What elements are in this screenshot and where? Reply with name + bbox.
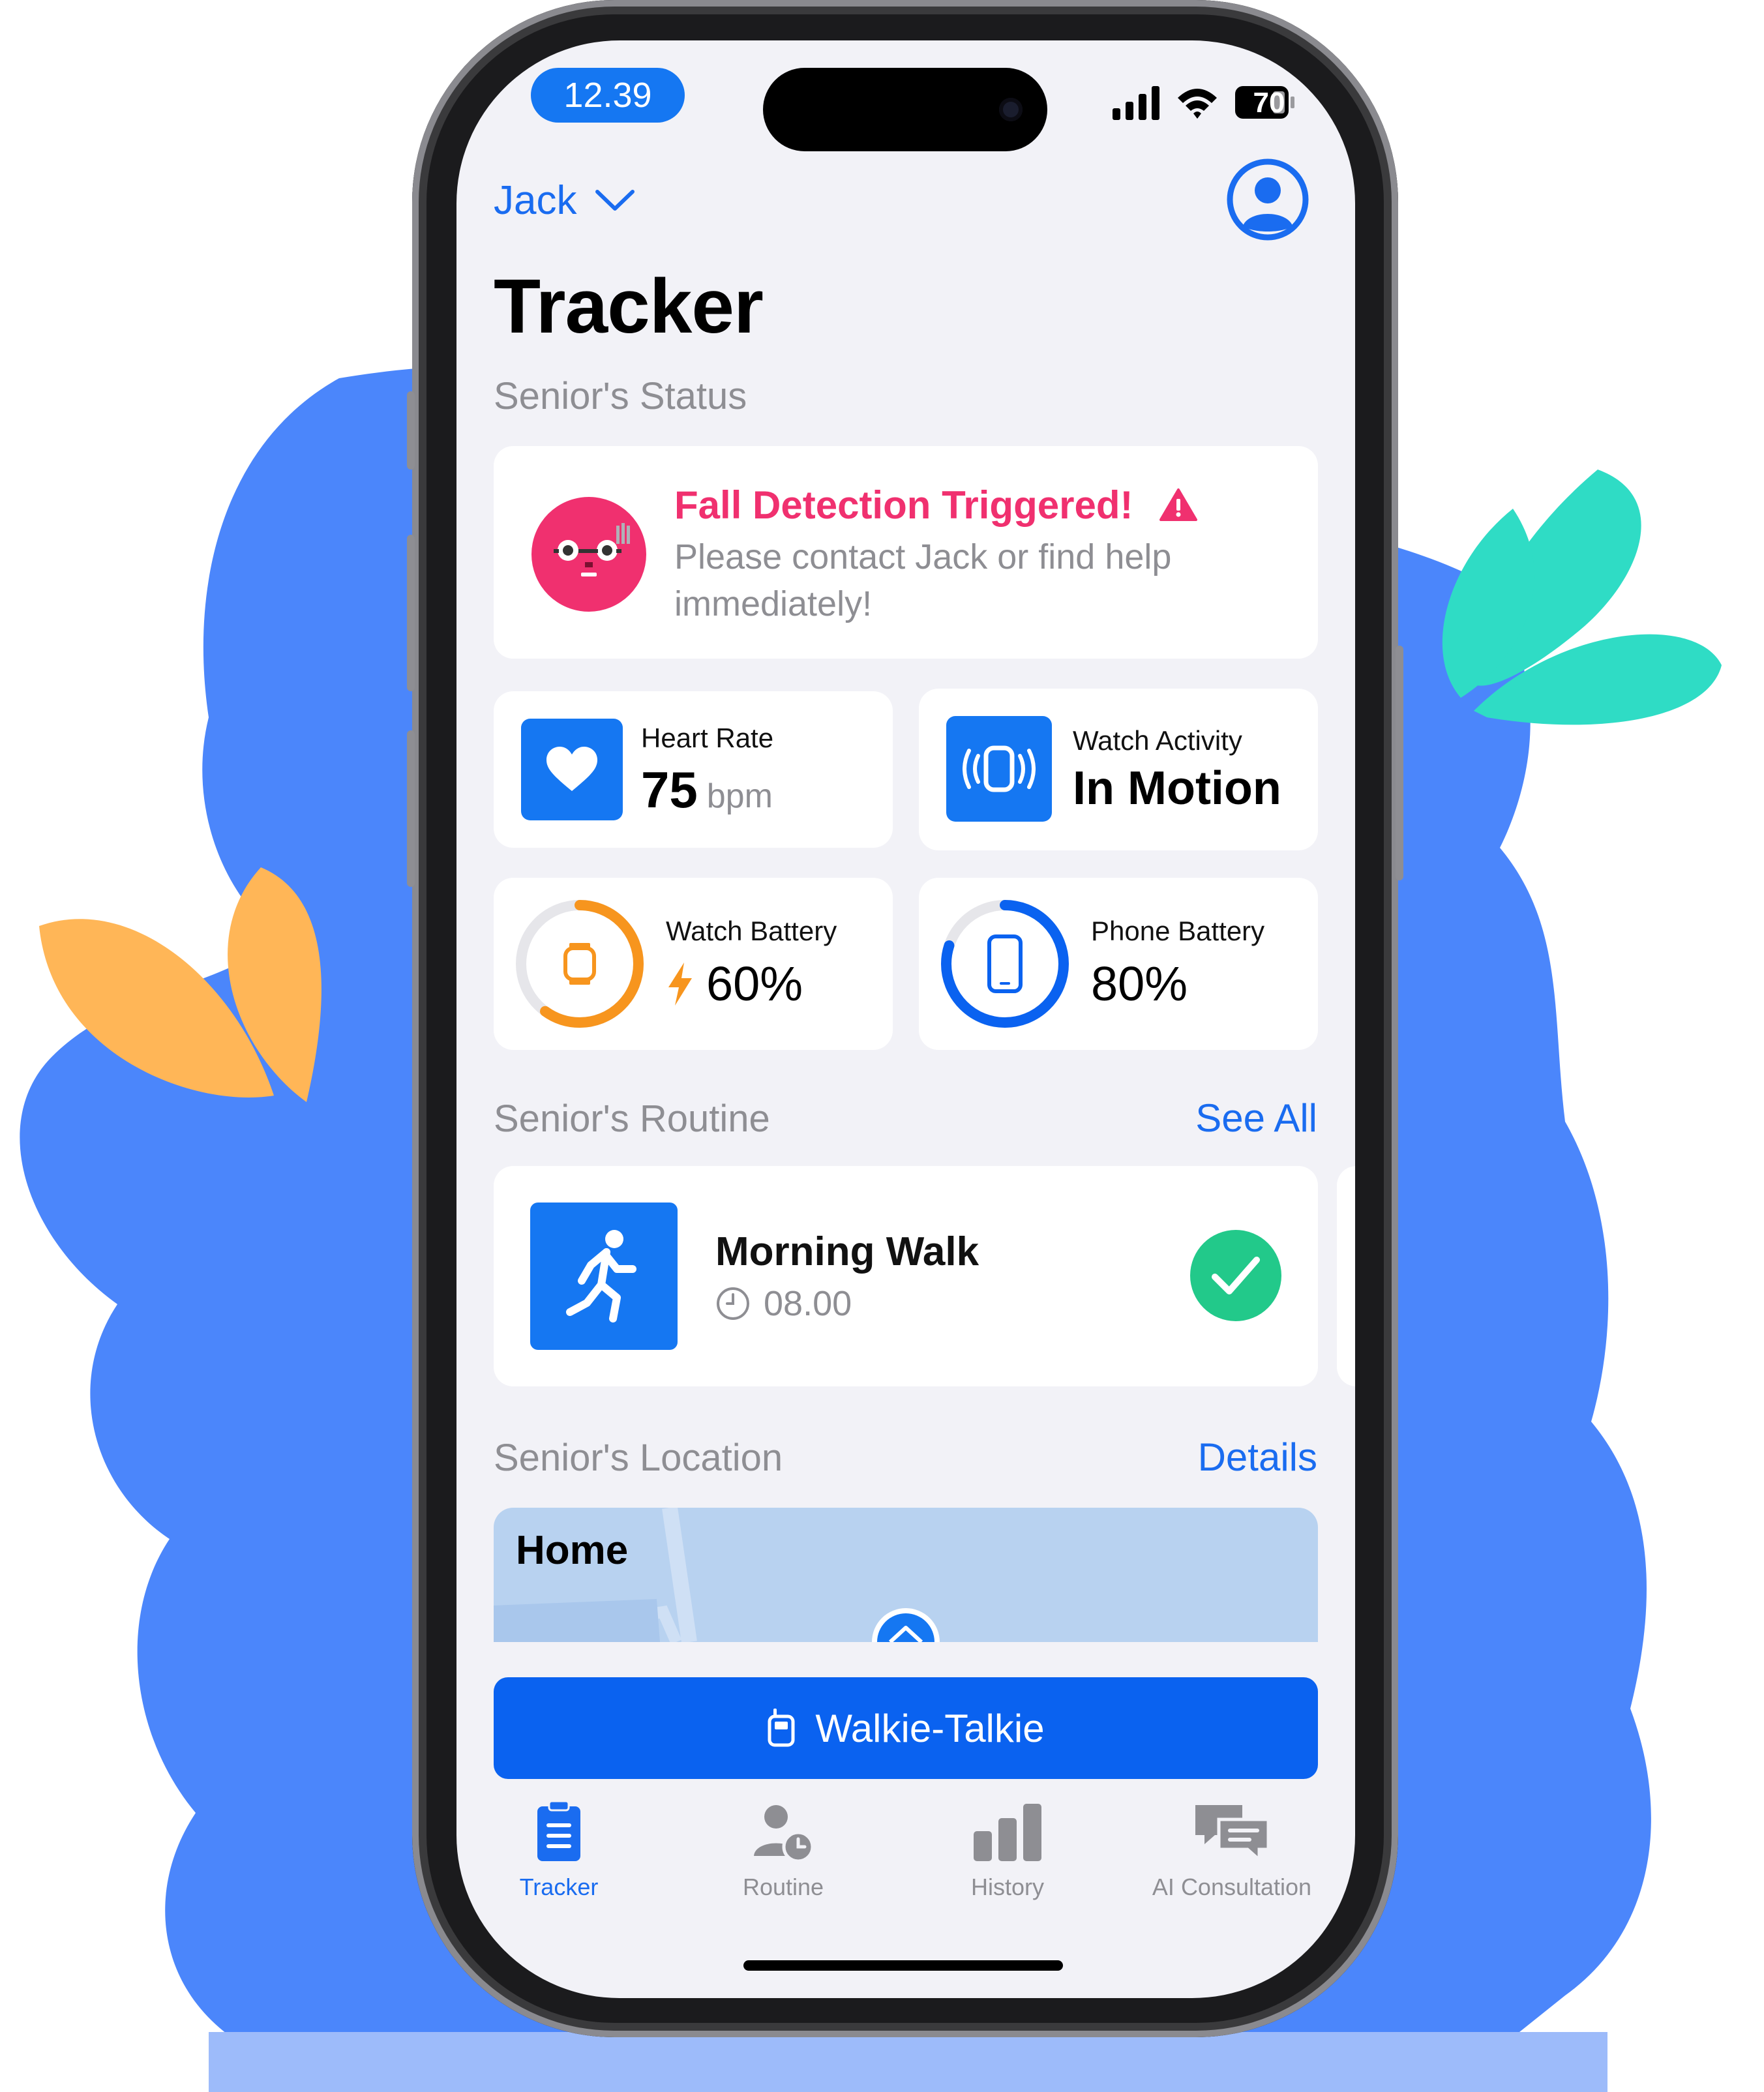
signal-bar-2	[1126, 102, 1133, 120]
status-heading: Senior's Status	[494, 375, 747, 417]
bar-chart-icon	[974, 1804, 1041, 1861]
user-selector[interactable]: Jack	[494, 177, 635, 224]
warning-icon	[1159, 488, 1198, 521]
phone-battery-label: Phone Battery	[1091, 916, 1265, 946]
tab-ai-consultation[interactable]: AI Consultation	[1124, 1801, 1339, 1901]
watch-battery-card[interactable]: Watch Battery 60%	[494, 878, 893, 1050]
wifi-icon	[1178, 89, 1217, 119]
routine-time-text: 08.00	[764, 1284, 852, 1323]
checkmark-circle-icon[interactable]	[1189, 1229, 1283, 1322]
watch-battery-ring	[516, 900, 644, 1028]
tab-tracker[interactable]: Tracker	[456, 1800, 666, 1901]
watch-icon	[563, 943, 596, 985]
watch-battery-percent: 60%	[706, 957, 803, 1011]
tab-ai-consultation-label: AI Consultation	[1152, 1874, 1312, 1900]
watch-motion-icon	[963, 745, 1036, 792]
volume-up-button	[407, 535, 415, 691]
phone-battery-ring	[941, 900, 1069, 1028]
fall-alert-card[interactable]: Fall Detection Triggered! Please contact…	[494, 446, 1318, 659]
user-name: Jack	[494, 178, 577, 223]
tab-bar: Tracker Routine History AI Consultation	[456, 1800, 1355, 1932]
signal-bar-1	[1113, 108, 1120, 120]
walkie-talkie-label: Walkie-Talkie	[815, 1706, 1045, 1750]
watch-activity-label: Watch Activity	[1073, 725, 1242, 756]
action-button	[407, 391, 415, 470]
heart-rate-number: 75	[641, 761, 698, 818]
base-strip	[209, 2032, 1607, 2092]
fall-face-icon	[531, 497, 646, 612]
phone-battery-card[interactable]: Phone Battery 80%	[919, 878, 1318, 1050]
location-map[interactable]: Home	[494, 1508, 1318, 1642]
watch-motion-tile	[946, 716, 1052, 822]
routine-heading: Senior's Routine	[494, 1098, 770, 1140]
heart-rate-label: Heart Rate	[641, 723, 774, 753]
walking-person-icon	[566, 1230, 636, 1322]
details-link[interactable]: Details	[1198, 1435, 1317, 1480]
watch-activity-value: In Motion	[1073, 762, 1281, 814]
routine-card[interactable]: Morning Walk 08.00	[494, 1166, 1318, 1386]
routine-time: 08.00	[715, 1283, 852, 1324]
app-screen: 12.39 70 Jack Tracker Senior's Status Fa…	[456, 40, 1355, 1998]
watch-battery-label: Watch Battery	[666, 916, 837, 946]
alert-message: Please contact Jack or find help immedia…	[674, 537, 1172, 623]
profile-icon[interactable]	[1226, 158, 1309, 241]
heart-icon	[546, 747, 597, 791]
person-clock-icon	[754, 1805, 815, 1863]
battery-tip	[1291, 97, 1294, 108]
tab-history-label: History	[970, 1874, 1044, 1900]
alert-title-text: Fall Detection Triggered!	[674, 483, 1133, 527]
tab-routine-label: Routine	[742, 1874, 824, 1900]
walkie-talkie-button[interactable]: Walkie-Talkie	[494, 1677, 1318, 1779]
charging-bolt-icon	[668, 963, 692, 1006]
see-all-link[interactable]: See All	[1195, 1096, 1317, 1141]
status-time[interactable]: 12.39	[531, 68, 685, 123]
page-title: Tracker	[494, 263, 764, 350]
phone-battery-value: 80%	[1091, 957, 1188, 1011]
alert-title: Fall Detection Triggered!	[674, 483, 1199, 528]
map-place-label: Home	[516, 1528, 629, 1573]
routine-title: Morning Walk	[715, 1229, 979, 1274]
phone-icon	[987, 934, 1023, 993]
heart-tile	[521, 719, 623, 820]
heart-rate-card[interactable]: Heart Rate 75 bpm	[494, 691, 893, 848]
status-icons: 70	[1113, 83, 1295, 123]
home-indicator[interactable]	[743, 1960, 1063, 1971]
battery-percentage: 70	[1253, 87, 1285, 119]
clock-icon	[717, 1287, 749, 1320]
tab-tracker-label: Tracker	[519, 1874, 599, 1900]
chevron-down-icon	[595, 189, 635, 211]
next-routine-card-peek[interactable]	[1337, 1166, 1355, 1386]
clipboard-icon	[537, 1800, 580, 1861]
signal-bar-3	[1139, 94, 1146, 120]
camera-icon	[999, 98, 1023, 121]
power-button	[1396, 646, 1403, 880]
heart-rate-unit: bpm	[706, 777, 773, 815]
volume-down-button	[407, 730, 415, 887]
watch-activity-card[interactable]: Watch Activity In Motion	[919, 689, 1318, 850]
tab-history[interactable]: History	[900, 1801, 1115, 1901]
walkie-talkie-icon	[768, 1709, 795, 1747]
chat-bubbles-icon	[1195, 1805, 1270, 1864]
signal-bar-4	[1152, 86, 1159, 120]
watch-battery-value: 60%	[666, 956, 803, 1011]
tab-routine[interactable]: Routine	[676, 1801, 891, 1901]
location-heading: Senior's Location	[494, 1437, 783, 1479]
dynamic-island	[763, 68, 1047, 151]
heart-rate-value: 75 bpm	[641, 760, 773, 820]
walk-tile	[530, 1203, 678, 1350]
